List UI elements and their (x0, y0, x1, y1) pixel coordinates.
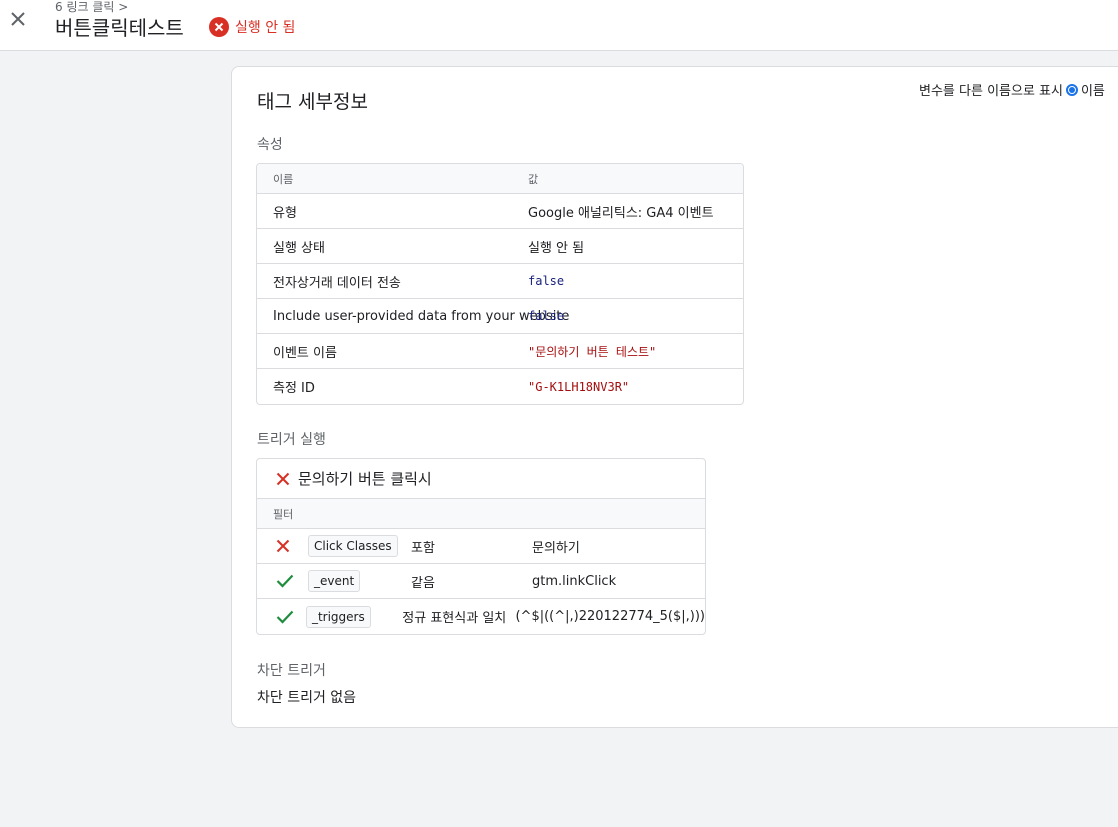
property-name: 전자상거래 데이터 전송 (273, 275, 401, 291)
filter-variable-chip[interactable]: _triggers (305, 605, 371, 628)
properties-table: 이름 값 유형 Google 애널리틱스: GA4 이벤트 실행 상태 실행 안… (256, 163, 744, 405)
property-value: Google 애널리틱스: GA4 이벤트 (528, 205, 714, 221)
close-icon[interactable] (10, 11, 26, 27)
variable-toggle-option[interactable]: 이름 (1081, 80, 1105, 99)
property-value: "문의하기 버튼 테스트" (528, 344, 657, 359)
property-value: "G-K1LH18NV3R" (528, 379, 630, 394)
table-row: Include user-provided data from your web… (257, 299, 743, 334)
filter-operator: 정규 표현식과 일치 (402, 611, 507, 626)
check-icon (276, 574, 294, 588)
property-name: Include user-provided data from your web… (273, 308, 570, 324)
trigger-card: 문의하기 버튼 클릭시 필터 Click Classes 포함 문의하기 _ev… (256, 458, 706, 635)
property-value: false (528, 309, 565, 323)
property-name: 측정 ID (273, 381, 315, 396)
trigger-header[interactable]: 문의하기 버튼 클릭시 (257, 459, 705, 499)
column-header-name: 이름 (273, 172, 294, 186)
status-badge: 실행 안 됨 (209, 17, 295, 37)
filter-value: gtm.linkClick (532, 573, 617, 589)
filter-row: _event 같음 gtm.linkClick (257, 564, 705, 599)
property-name: 실행 상태 (273, 240, 325, 256)
filter-header: 필터 (257, 499, 705, 529)
top-bar: 6 링크 클릭 > 버튼클릭테스트 실행 안 됨 (0, 0, 1118, 51)
filter-value: 문의하기 (532, 540, 580, 556)
check-icon (276, 610, 294, 624)
card-title: 태그 세부정보 (257, 91, 368, 113)
filter-variable-chip[interactable]: _event (308, 570, 361, 592)
variable-toggle-label: 변수를 다른 이름으로 표시 (919, 84, 1063, 99)
blocking-trigger-title: 차단 트리거 (257, 663, 326, 679)
filter-value: (^$|((^|,)220122774_5($|,))) (515, 609, 705, 624)
fail-x-icon (276, 472, 290, 485)
table-row: 이벤트 이름 "문의하기 버튼 테스트" (257, 334, 743, 369)
filter-row: _triggers 정규 표현식과 일치 (^$|((^|,)220122774… (257, 599, 705, 634)
fail-x-icon (276, 539, 290, 553)
blocking-trigger-none: 차단 트리거 없음 (257, 690, 357, 706)
error-circle-icon (209, 17, 229, 37)
radio-selected-dot (1068, 86, 1075, 93)
column-header-value: 값 (528, 172, 539, 186)
property-name: 유형 (273, 205, 297, 221)
table-row: 실행 상태 실행 안 됨 (257, 229, 743, 264)
property-value: false (528, 274, 565, 288)
close-button[interactable] (7, 8, 29, 30)
property-value: 실행 안 됨 (528, 240, 585, 256)
variable-name-radio[interactable] (1065, 83, 1078, 96)
table-header: 이름 값 (257, 164, 743, 194)
trigger-name: 문의하기 버튼 클릭시 (298, 470, 432, 488)
variable-name-toggle: 변수를 다른 이름으로 표시 이름 (919, 80, 1105, 99)
page-title: 버튼클릭테스트 (55, 16, 184, 40)
filter-row: Click Classes 포함 문의하기 (257, 529, 705, 564)
status-text: 실행 안 됨 (235, 20, 296, 36)
trigger-section-title: 트리거 실행 (257, 432, 326, 448)
table-row: 측정 ID "G-K1LH18NV3R" (257, 369, 743, 404)
tag-details-card: 태그 세부정보 변수를 다른 이름으로 표시 이름 속성 이름 값 유형 Goo… (231, 66, 1118, 728)
filter-variable-chip[interactable]: Click Classes (308, 535, 398, 557)
table-row: 전자상거래 데이터 전송 false (257, 264, 743, 299)
filter-operator: 같음 (411, 575, 435, 591)
properties-title: 속성 (257, 137, 283, 153)
table-row: 유형 Google 애널리틱스: GA4 이벤트 (257, 194, 743, 229)
property-name: 이벤트 이름 (273, 345, 337, 361)
filter-operator: 포함 (411, 540, 435, 556)
